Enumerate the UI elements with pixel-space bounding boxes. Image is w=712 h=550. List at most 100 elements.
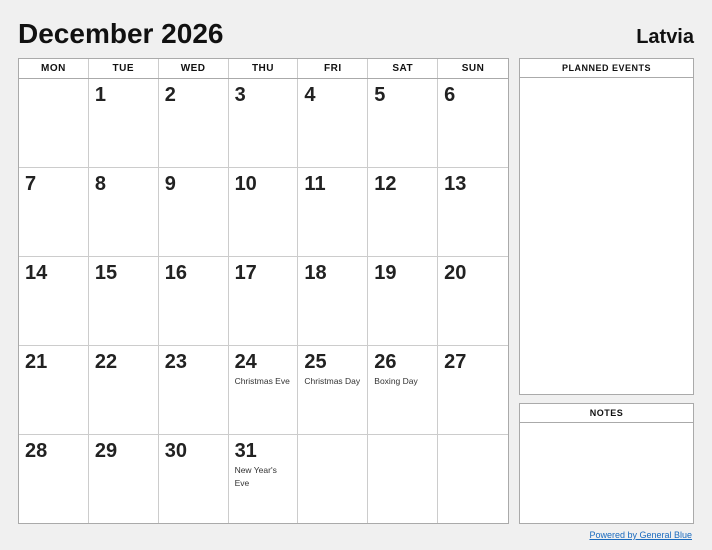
calendar-day: 19: [368, 257, 438, 345]
day-number: 19: [374, 261, 396, 285]
planned-events-content: [520, 78, 693, 394]
day-number: 11: [304, 172, 325, 196]
day-number: 12: [374, 172, 396, 196]
calendar-day: 15: [89, 257, 159, 345]
day-number: 5: [374, 83, 385, 107]
calendar-day: 7: [19, 168, 89, 256]
day-number: 30: [165, 439, 187, 463]
day-event: New Year's: [235, 465, 277, 476]
day-number: 28: [25, 439, 47, 463]
calendar-body: 123456789101112131415161718192021222324C…: [19, 79, 508, 523]
calendar-day: [438, 435, 508, 523]
weekday-header: TUE: [89, 59, 159, 78]
calendar-day: 18: [298, 257, 368, 345]
day-number: 20: [444, 261, 466, 285]
day-number: 2: [165, 83, 176, 107]
calendar-day: 25 Christmas Day: [298, 346, 368, 434]
day-number: 14: [25, 261, 47, 285]
notes-box: NOTES: [519, 403, 694, 524]
planned-events-header: PLANNED EVENTS: [520, 59, 693, 78]
weekday-header: MON: [19, 59, 89, 78]
sidebar: PLANNED EVENTS NOTES: [519, 58, 694, 524]
day-number: 18: [304, 261, 326, 285]
day-number: 29: [95, 439, 117, 463]
weekday-header: WED: [159, 59, 229, 78]
calendar-day: 12: [368, 168, 438, 256]
day-number: 1: [95, 83, 106, 107]
day-number: 27: [444, 350, 466, 374]
calendar-day: 30: [159, 435, 229, 523]
calendar-day: 26 Boxing Day: [368, 346, 438, 434]
notes-header: NOTES: [520, 404, 693, 423]
calendar-day: 11: [298, 168, 368, 256]
calendar-header: MONTUEWEDTHUFRISATSUN: [19, 59, 508, 79]
day-number: 24: [235, 350, 257, 374]
day-number: 6: [444, 83, 455, 107]
day-number: 13: [444, 172, 466, 196]
calendar-week: 28 29 30 31 New Year's Eve: [19, 435, 508, 523]
weekday-header: SAT: [368, 59, 438, 78]
country-label: Latvia: [636, 26, 694, 49]
calendar-day: 13: [438, 168, 508, 256]
day-event: Eve: [235, 478, 250, 489]
calendar-day: 14: [19, 257, 89, 345]
day-number: 21: [25, 350, 47, 374]
calendar-week: 7 8 9 10 11 12 13: [19, 168, 508, 257]
day-number: 25: [304, 350, 326, 374]
day-number: 10: [235, 172, 257, 196]
page: December 2026 Latvia MONTUEWEDTHUFRISATS…: [0, 0, 712, 550]
calendar-day: 22: [89, 346, 159, 434]
day-number: 8: [95, 172, 106, 196]
calendar-day: 4: [298, 79, 368, 167]
day-number: 9: [165, 172, 176, 196]
day-number: 22: [95, 350, 117, 374]
day-number: 23: [165, 350, 187, 374]
calendar-day: 17: [229, 257, 299, 345]
page-title: December 2026: [18, 18, 223, 50]
powered-by-link[interactable]: Powered by General Blue: [589, 530, 692, 540]
footer: Powered by General Blue: [18, 530, 694, 540]
calendar: MONTUEWEDTHUFRISATSUN 123456789101112131…: [18, 58, 509, 524]
calendar-day: [19, 79, 89, 167]
calendar-day: 9: [159, 168, 229, 256]
day-event: Christmas Eve: [235, 376, 290, 387]
calendar-day: 31 New Year's Eve: [229, 435, 299, 523]
day-event: Christmas Day: [304, 376, 360, 387]
calendar-day: 2: [159, 79, 229, 167]
day-number: 31: [235, 439, 257, 463]
planned-events-box: PLANNED EVENTS: [519, 58, 694, 395]
calendar-day: 28: [19, 435, 89, 523]
calendar-day: 27: [438, 346, 508, 434]
main-area: MONTUEWEDTHUFRISATSUN 123456789101112131…: [18, 58, 694, 524]
notes-content: [520, 423, 693, 523]
calendar-day: [298, 435, 368, 523]
calendar-day: 1: [89, 79, 159, 167]
day-event: Boxing Day: [374, 376, 417, 387]
calendar-day: 10: [229, 168, 299, 256]
day-number: 16: [165, 261, 187, 285]
calendar-day: 16: [159, 257, 229, 345]
calendar-day: 21: [19, 346, 89, 434]
weekday-header: THU: [229, 59, 299, 78]
calendar-day: 3: [229, 79, 299, 167]
calendar-week: 14 15 16 17 18 19 20: [19, 257, 508, 346]
calendar-day: 24 Christmas Eve: [229, 346, 299, 434]
calendar-day: 8: [89, 168, 159, 256]
day-number: 4: [304, 83, 315, 107]
calendar-week: 1 2 3 4 5 6: [19, 79, 508, 168]
calendar-day: [368, 435, 438, 523]
day-number: 3: [235, 83, 246, 107]
calendar-day: 20: [438, 257, 508, 345]
calendar-day: 6: [438, 79, 508, 167]
calendar-week: 21 22 23 24 Christmas Eve 25 Christmas Day 26 Bo…: [19, 346, 508, 435]
day-number: 15: [95, 261, 117, 285]
day-number: 17: [235, 261, 257, 285]
weekday-header: SUN: [438, 59, 508, 78]
day-number: 26: [374, 350, 396, 374]
weekday-header: FRI: [298, 59, 368, 78]
calendar-day: 23: [159, 346, 229, 434]
calendar-day: 29: [89, 435, 159, 523]
calendar-day: 5: [368, 79, 438, 167]
header: December 2026 Latvia: [18, 18, 694, 50]
day-number: 7: [25, 172, 36, 196]
